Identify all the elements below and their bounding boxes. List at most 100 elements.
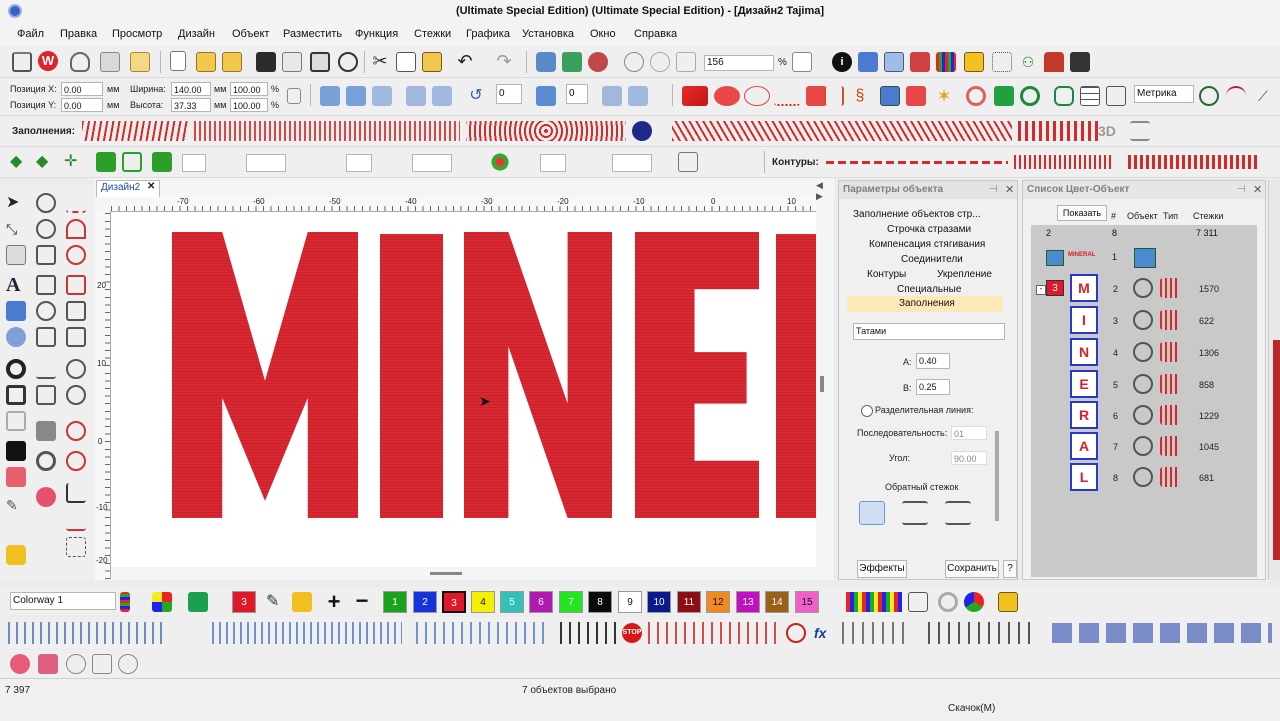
- show-button[interactable]: Показать: [1057, 205, 1107, 221]
- effect-fill-icons[interactable]: [672, 121, 1012, 141]
- pin-icon[interactable]: ⊣: [1237, 184, 1246, 195]
- dots-icon[interactable]: [992, 52, 1012, 72]
- width-percent-field[interactable]: 100.00: [230, 82, 268, 96]
- cut-icon[interactable]: ✂: [370, 52, 390, 72]
- height-percent-field[interactable]: 100.00: [230, 98, 268, 112]
- print-preview-icon[interactable]: [338, 52, 358, 72]
- outline-flower-icon[interactable]: [66, 654, 86, 674]
- tshirt-icon[interactable]: [994, 86, 1014, 106]
- curve-icon[interactable]: [66, 219, 86, 239]
- height-field[interactable]: 37.33: [171, 98, 211, 112]
- garment-icon[interactable]: [188, 592, 208, 612]
- eyedropper-icon[interactable]: ✎: [266, 592, 286, 612]
- heart-icon[interactable]: [36, 327, 56, 347]
- move-up-down-icon[interactable]: ◆: [36, 152, 56, 172]
- rectangle-stitch-icon[interactable]: [66, 275, 86, 295]
- gray-hex-icon[interactable]: [6, 411, 26, 431]
- b-field[interactable]: 0.25: [916, 379, 950, 395]
- swatch-7[interactable]: 7: [559, 591, 583, 613]
- pencil-icon[interactable]: ✎: [6, 495, 26, 515]
- color-wheel-icon[interactable]: [964, 592, 984, 612]
- polyline-icon[interactable]: [36, 245, 56, 265]
- help-button[interactable]: ?: [1003, 560, 1017, 578]
- object-r[interactable]: R: [1070, 401, 1098, 429]
- swatch-12[interactable]: 12: [706, 591, 730, 613]
- spool-icon[interactable]: [998, 592, 1018, 612]
- zoom-field[interactable]: 156: [704, 55, 774, 71]
- hole-icon[interactable]: [6, 359, 26, 379]
- swatch-14[interactable]: 14: [765, 591, 789, 613]
- select-tools-icons[interactable]: [8, 622, 168, 644]
- export-icon[interactable]: [282, 52, 302, 72]
- reshape-icon[interactable]: [36, 193, 56, 213]
- swatch-2[interactable]: 2: [413, 591, 437, 613]
- people-icon[interactable]: ⚇: [1018, 52, 1038, 72]
- letter-r[interactable]: [776, 234, 816, 518]
- tool-icon[interactable]: ⟋: [1258, 86, 1278, 106]
- lines-icon[interactable]: [1130, 121, 1150, 141]
- swatch-4[interactable]: 4: [471, 591, 495, 613]
- transform-icon[interactable]: [152, 152, 172, 172]
- nav-pull-comp[interactable]: Компенсация стягивания: [869, 239, 985, 250]
- expand-icon[interactable]: [122, 152, 142, 172]
- letter-m[interactable]: [172, 232, 358, 518]
- fill-stitch-icons[interactable]: [82, 121, 188, 141]
- value-field-1[interactable]: [182, 154, 206, 172]
- colorway-select[interactable]: Colorway 1: [10, 592, 116, 610]
- fill-tool-icon[interactable]: [36, 385, 56, 405]
- clipboard-icon[interactable]: [130, 52, 150, 72]
- polygon-icon[interactable]: [66, 301, 86, 321]
- align-icon[interactable]: [602, 86, 622, 106]
- reverse-stitch-option-2-icon[interactable]: [902, 501, 928, 525]
- lock-proportions-icon[interactable]: [287, 88, 301, 104]
- swatch-10[interactable]: 10: [647, 591, 671, 613]
- panel-scrollbar[interactable]: [995, 431, 999, 521]
- nav-fills-selected[interactable]: Заполнения: [847, 296, 1002, 312]
- satin-fill-icon[interactable]: [682, 86, 708, 106]
- c-shape-icon[interactable]: [36, 451, 56, 471]
- rotate-angle-field[interactable]: 0: [496, 84, 522, 104]
- effects-button[interactable]: Эффекты: [857, 560, 907, 578]
- fill-type-select[interactable]: Татами: [853, 323, 1005, 340]
- thread-chart-icon[interactable]: [910, 52, 930, 72]
- fish-icon[interactable]: [806, 86, 826, 106]
- width-field[interactable]: 140.00: [171, 82, 211, 96]
- lettering-icon[interactable]: A: [6, 275, 26, 295]
- table-icon[interactable]: [1080, 86, 1100, 106]
- moon-icon[interactable]: [632, 121, 652, 141]
- thread-icon[interactable]: [100, 52, 120, 72]
- stitch-edit-icon[interactable]: ⤡: [6, 219, 26, 239]
- sequence-number-icons[interactable]: [1052, 623, 1272, 643]
- redo-icon[interactable]: ↷: [494, 52, 514, 72]
- menu-window[interactable]: Окно: [590, 28, 616, 40]
- contour-effect-icons[interactable]: [1128, 155, 1260, 169]
- no-fx-icon[interactable]: [786, 623, 806, 643]
- run-stitch-icon[interactable]: [774, 86, 800, 106]
- angle-field[interactable]: 90.00: [951, 451, 987, 465]
- value-field-6[interactable]: [612, 154, 652, 172]
- rotate-icon[interactable]: [406, 86, 426, 106]
- lace-icon[interactable]: [966, 86, 986, 106]
- menu-stitches[interactable]: Стежки: [414, 28, 451, 40]
- align-tools-icons[interactable]: [212, 622, 402, 644]
- stitch-angles-icon[interactable]: [36, 421, 56, 441]
- value-field-3[interactable]: [346, 154, 372, 172]
- curl-icon[interactable]: §: [850, 86, 870, 106]
- shapes-icon[interactable]: [906, 86, 926, 106]
- swatch-8[interactable]: 8: [588, 591, 612, 613]
- hexagon-icon[interactable]: [6, 385, 26, 405]
- value-field-4[interactable]: [412, 154, 452, 172]
- radial-icon[interactable]: [66, 385, 86, 405]
- move-all-icon[interactable]: ✛: [64, 152, 84, 172]
- nav-connectors[interactable]: Соединители: [901, 254, 963, 265]
- spiral-icon[interactable]: [66, 359, 86, 379]
- letter-n[interactable]: [464, 232, 612, 518]
- swatch-15[interactable]: 15: [795, 591, 819, 613]
- menu-edit[interactable]: Правка: [60, 28, 97, 40]
- nav-special[interactable]: Специальные: [897, 284, 961, 295]
- pin-icon[interactable]: ⊣: [989, 184, 998, 195]
- mirror-vertical-icon[interactable]: [346, 86, 366, 106]
- circle-stitch-icon[interactable]: [66, 245, 86, 265]
- wilcom-logo-icon[interactable]: W: [38, 51, 58, 71]
- line-stitch-icon[interactable]: [66, 193, 86, 213]
